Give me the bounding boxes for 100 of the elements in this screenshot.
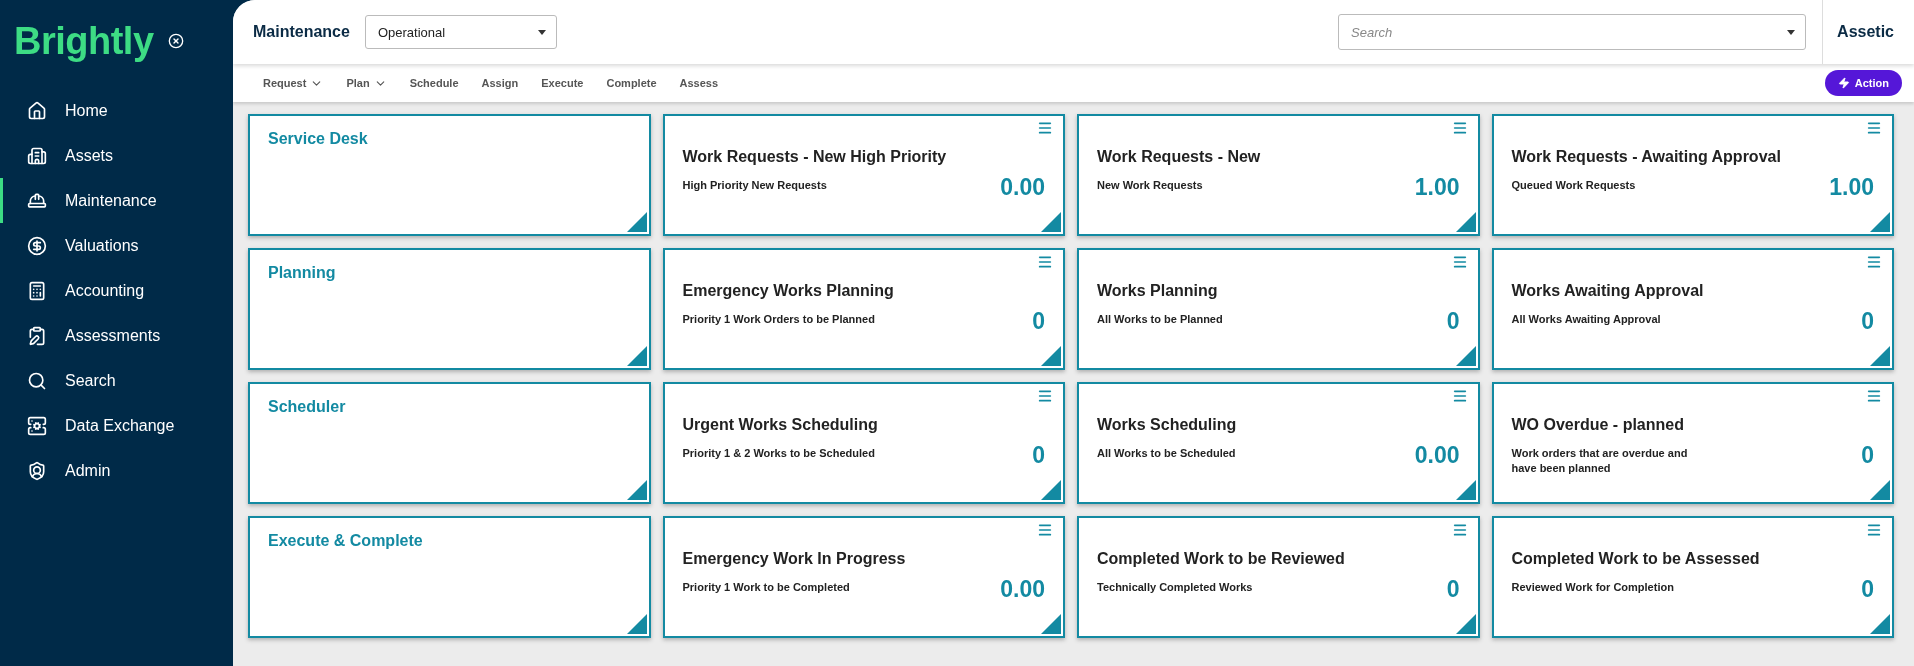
menu-button[interactable] xyxy=(1866,522,1882,538)
close-icon[interactable] xyxy=(167,33,184,49)
corner-mark xyxy=(1870,614,1890,634)
brand-logo: Brightly xyxy=(14,19,154,63)
card-subtitle: Reviewed Work for Completion xyxy=(1511,580,1674,595)
card-title: Completed Work to be Reviewed xyxy=(1097,550,1346,568)
section-title: Planning xyxy=(268,264,337,282)
metric-card[interactable]: Work Requests - New New Work Requests 1.00 xyxy=(1077,114,1480,236)
nav-tab[interactable]: Plan xyxy=(346,76,387,90)
menu-button[interactable] xyxy=(1451,120,1468,136)
nav-tab[interactable]: Assign xyxy=(481,77,519,89)
nav-tab[interactable]: Execute xyxy=(541,77,584,89)
card-title: Work Requests - New xyxy=(1097,148,1262,166)
menu-button[interactable] xyxy=(1037,522,1053,538)
menu-button[interactable] xyxy=(1451,254,1468,270)
metric-card[interactable]: Works Scheduling All Works to be Scheduled 0.00 xyxy=(1077,382,1480,504)
clipboard-icon xyxy=(27,325,47,346)
sidebar-item[interactable]: Home xyxy=(0,88,233,133)
metric-value: 0.00 xyxy=(1000,576,1045,603)
metric-card[interactable]: Emergency Work In Progress Priority 1 Work to be Completed 0.00 xyxy=(662,516,1065,638)
nav-tab[interactable]: Request xyxy=(263,76,324,90)
card-subtitle: Priority 1 Work Orders to be Planned xyxy=(682,312,875,327)
section-card[interactable]: Planning xyxy=(248,248,651,370)
sidebar-item[interactable]: Assessments xyxy=(0,313,233,358)
card-subtitle: Work orders that are overdue and have been planned xyxy=(1511,446,1689,476)
metric-card[interactable]: Urgent Works Scheduling Priority 1 & 2 Works to be Scheduled 0 xyxy=(662,382,1065,504)
card-title: Emergency Works Planning xyxy=(682,282,895,300)
caret-icon xyxy=(537,29,546,35)
metric-card[interactable]: WO Overdue - planned Work orders that are overdue and have been planned 0 xyxy=(1491,382,1894,504)
metric-value: 1.00 xyxy=(1829,174,1874,201)
section-card[interactable]: Scheduler xyxy=(248,382,651,504)
metric-card[interactable]: Work Requests - Awaiting Approval Queued Work Requests 1.00 xyxy=(1491,114,1894,236)
sidebar-item[interactable]: Assets xyxy=(0,133,233,178)
page-title: Maintenance xyxy=(253,23,350,41)
view-select[interactable]: Operational xyxy=(364,15,557,49)
card-subtitle: Queued Work Requests xyxy=(1511,178,1636,193)
metric-value: 0 xyxy=(1861,308,1874,335)
card-title: Works Planning xyxy=(1097,282,1219,300)
shield-icon xyxy=(27,460,47,481)
card-subtitle: Priority 1 & 2 Works to be Scheduled xyxy=(682,446,875,461)
menu-button[interactable] xyxy=(1037,254,1053,270)
metric-card[interactable]: Completed Work to be Assessed Reviewed Work for Completion 0 xyxy=(1491,516,1894,638)
card-title: Emergency Work In Progress xyxy=(682,550,907,568)
sidebar-item[interactable]: Accounting xyxy=(0,268,233,313)
metric-card[interactable]: Works Awaiting Approval All Works Awaiting Approval 0 xyxy=(1491,248,1894,370)
dollar-icon xyxy=(27,235,47,256)
nav-tab[interactable]: Complete xyxy=(606,77,657,89)
section-title: Execute & Complete xyxy=(268,532,424,550)
metric-value: 0 xyxy=(1861,442,1874,469)
card-title: Works Awaiting Approval xyxy=(1511,282,1705,300)
home-icon xyxy=(27,100,47,121)
action-button[interactable]: Action xyxy=(1824,70,1902,96)
metric-card[interactable]: Completed Work to be Reviewed Technically Completed Works 0 xyxy=(1077,516,1480,638)
card-title: Completed Work to be Assessed xyxy=(1511,550,1761,568)
nav-tab[interactable]: Assess xyxy=(679,77,719,89)
sidebar-item[interactable]: Search xyxy=(0,358,233,403)
menu-button[interactable] xyxy=(1866,254,1882,270)
card-subtitle: New Work Requests xyxy=(1097,178,1203,193)
section-title: Service Desk xyxy=(268,130,369,148)
sidebar-item[interactable]: Valuations xyxy=(0,223,233,268)
metric-value: 0 xyxy=(1446,576,1460,603)
card-subtitle: Technically Completed Works xyxy=(1097,580,1253,595)
menu-button[interactable] xyxy=(1451,388,1468,404)
search-icon xyxy=(27,370,47,391)
menu-button[interactable] xyxy=(1037,388,1053,404)
bolt-icon xyxy=(1837,77,1850,89)
caret-icon xyxy=(1787,29,1796,35)
building-icon xyxy=(27,145,47,166)
metric-value: 0 xyxy=(1861,576,1874,603)
calculator-icon xyxy=(27,280,47,301)
card-subtitle: High Priority New Requests xyxy=(682,178,827,193)
menu-button[interactable] xyxy=(1037,120,1053,136)
server-icon xyxy=(27,415,47,436)
menu-button[interactable] xyxy=(1451,522,1468,538)
metric-value: 1.00 xyxy=(1414,174,1460,201)
metric-card[interactable]: Work Requests - New High Priority High Priority New Requests 0.00 xyxy=(662,114,1065,236)
menu-button[interactable] xyxy=(1866,120,1882,136)
card-title: Work Requests - New High Priority xyxy=(682,148,948,166)
sidebar-item[interactable]: Data Exchange xyxy=(0,403,233,448)
card-subtitle: All Works to be Scheduled xyxy=(1097,446,1236,461)
metric-card[interactable]: Emergency Works Planning Priority 1 Work Orders to be Planned 0 xyxy=(662,248,1065,370)
card-title: Urgent Works Scheduling xyxy=(682,416,879,434)
metric-value: 0 xyxy=(1446,308,1460,335)
section-title: Scheduler xyxy=(268,398,347,416)
section-card[interactable]: Service Desk xyxy=(248,114,651,236)
card-subtitle: Priority 1 Work to be Completed xyxy=(682,580,850,595)
metric-card[interactable]: Works Planning All Works to be Planned 0 xyxy=(1077,248,1480,370)
nav-tab[interactable]: Schedule xyxy=(409,77,459,89)
metric-value: 0.00 xyxy=(1000,174,1045,201)
menu-button[interactable] xyxy=(1866,388,1882,404)
sidebar-item[interactable]: Admin xyxy=(0,448,233,493)
card-subtitle: All Works Awaiting Approval xyxy=(1511,312,1661,327)
search-field[interactable]: Search xyxy=(1338,14,1807,50)
metric-value: 0 xyxy=(1032,442,1045,469)
card-title: WO Overdue - planned xyxy=(1511,416,1685,434)
card-subtitle: All Works to be Planned xyxy=(1097,312,1223,327)
section-card[interactable]: Execute & Complete xyxy=(248,516,651,638)
metric-value: 0.00 xyxy=(1414,442,1460,469)
card-title: Works Scheduling xyxy=(1097,416,1238,434)
metric-value: 0 xyxy=(1032,308,1045,335)
